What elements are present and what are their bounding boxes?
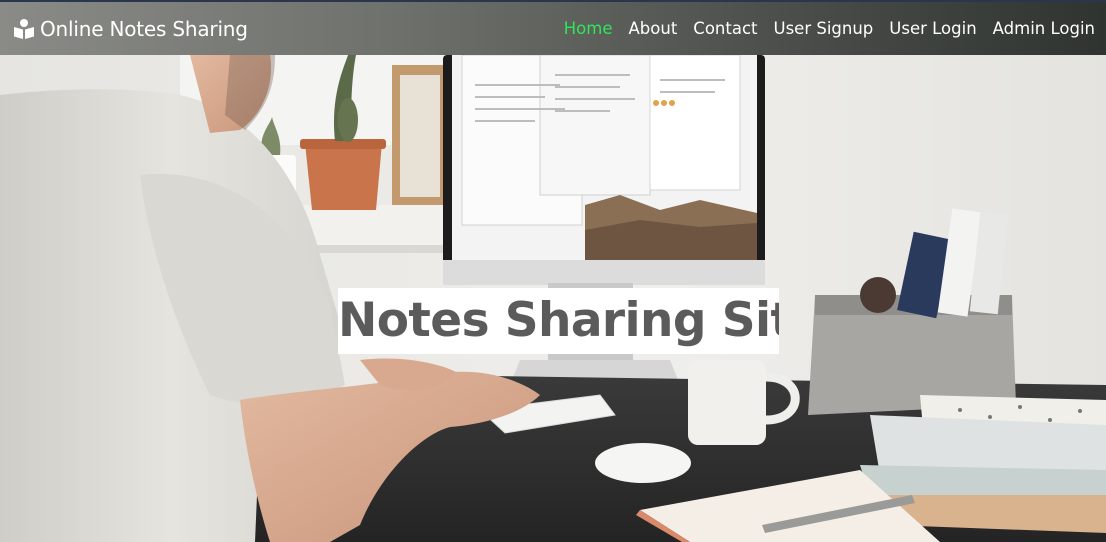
hero-banner: Notes Sharing Site xyxy=(0,55,1106,542)
nav-user-signup[interactable]: User Signup xyxy=(774,19,874,38)
hero-title: Notes Sharing Site xyxy=(338,288,779,354)
nav-user-login[interactable]: User Login xyxy=(889,19,976,38)
nav-about[interactable]: About xyxy=(629,19,678,38)
nav-admin-login[interactable]: Admin Login xyxy=(993,19,1095,38)
brand-link[interactable]: Online Notes Sharing xyxy=(13,17,248,41)
top-navbar: Online Notes Sharing Home About Contact … xyxy=(0,0,1106,55)
nav-home[interactable]: Home xyxy=(564,19,613,38)
reader-icon xyxy=(14,18,34,39)
brand-title: Online Notes Sharing xyxy=(40,16,248,41)
nav-links: Home About Contact User Signup User Logi… xyxy=(548,19,1095,38)
nav-contact[interactable]: Contact xyxy=(693,19,757,38)
